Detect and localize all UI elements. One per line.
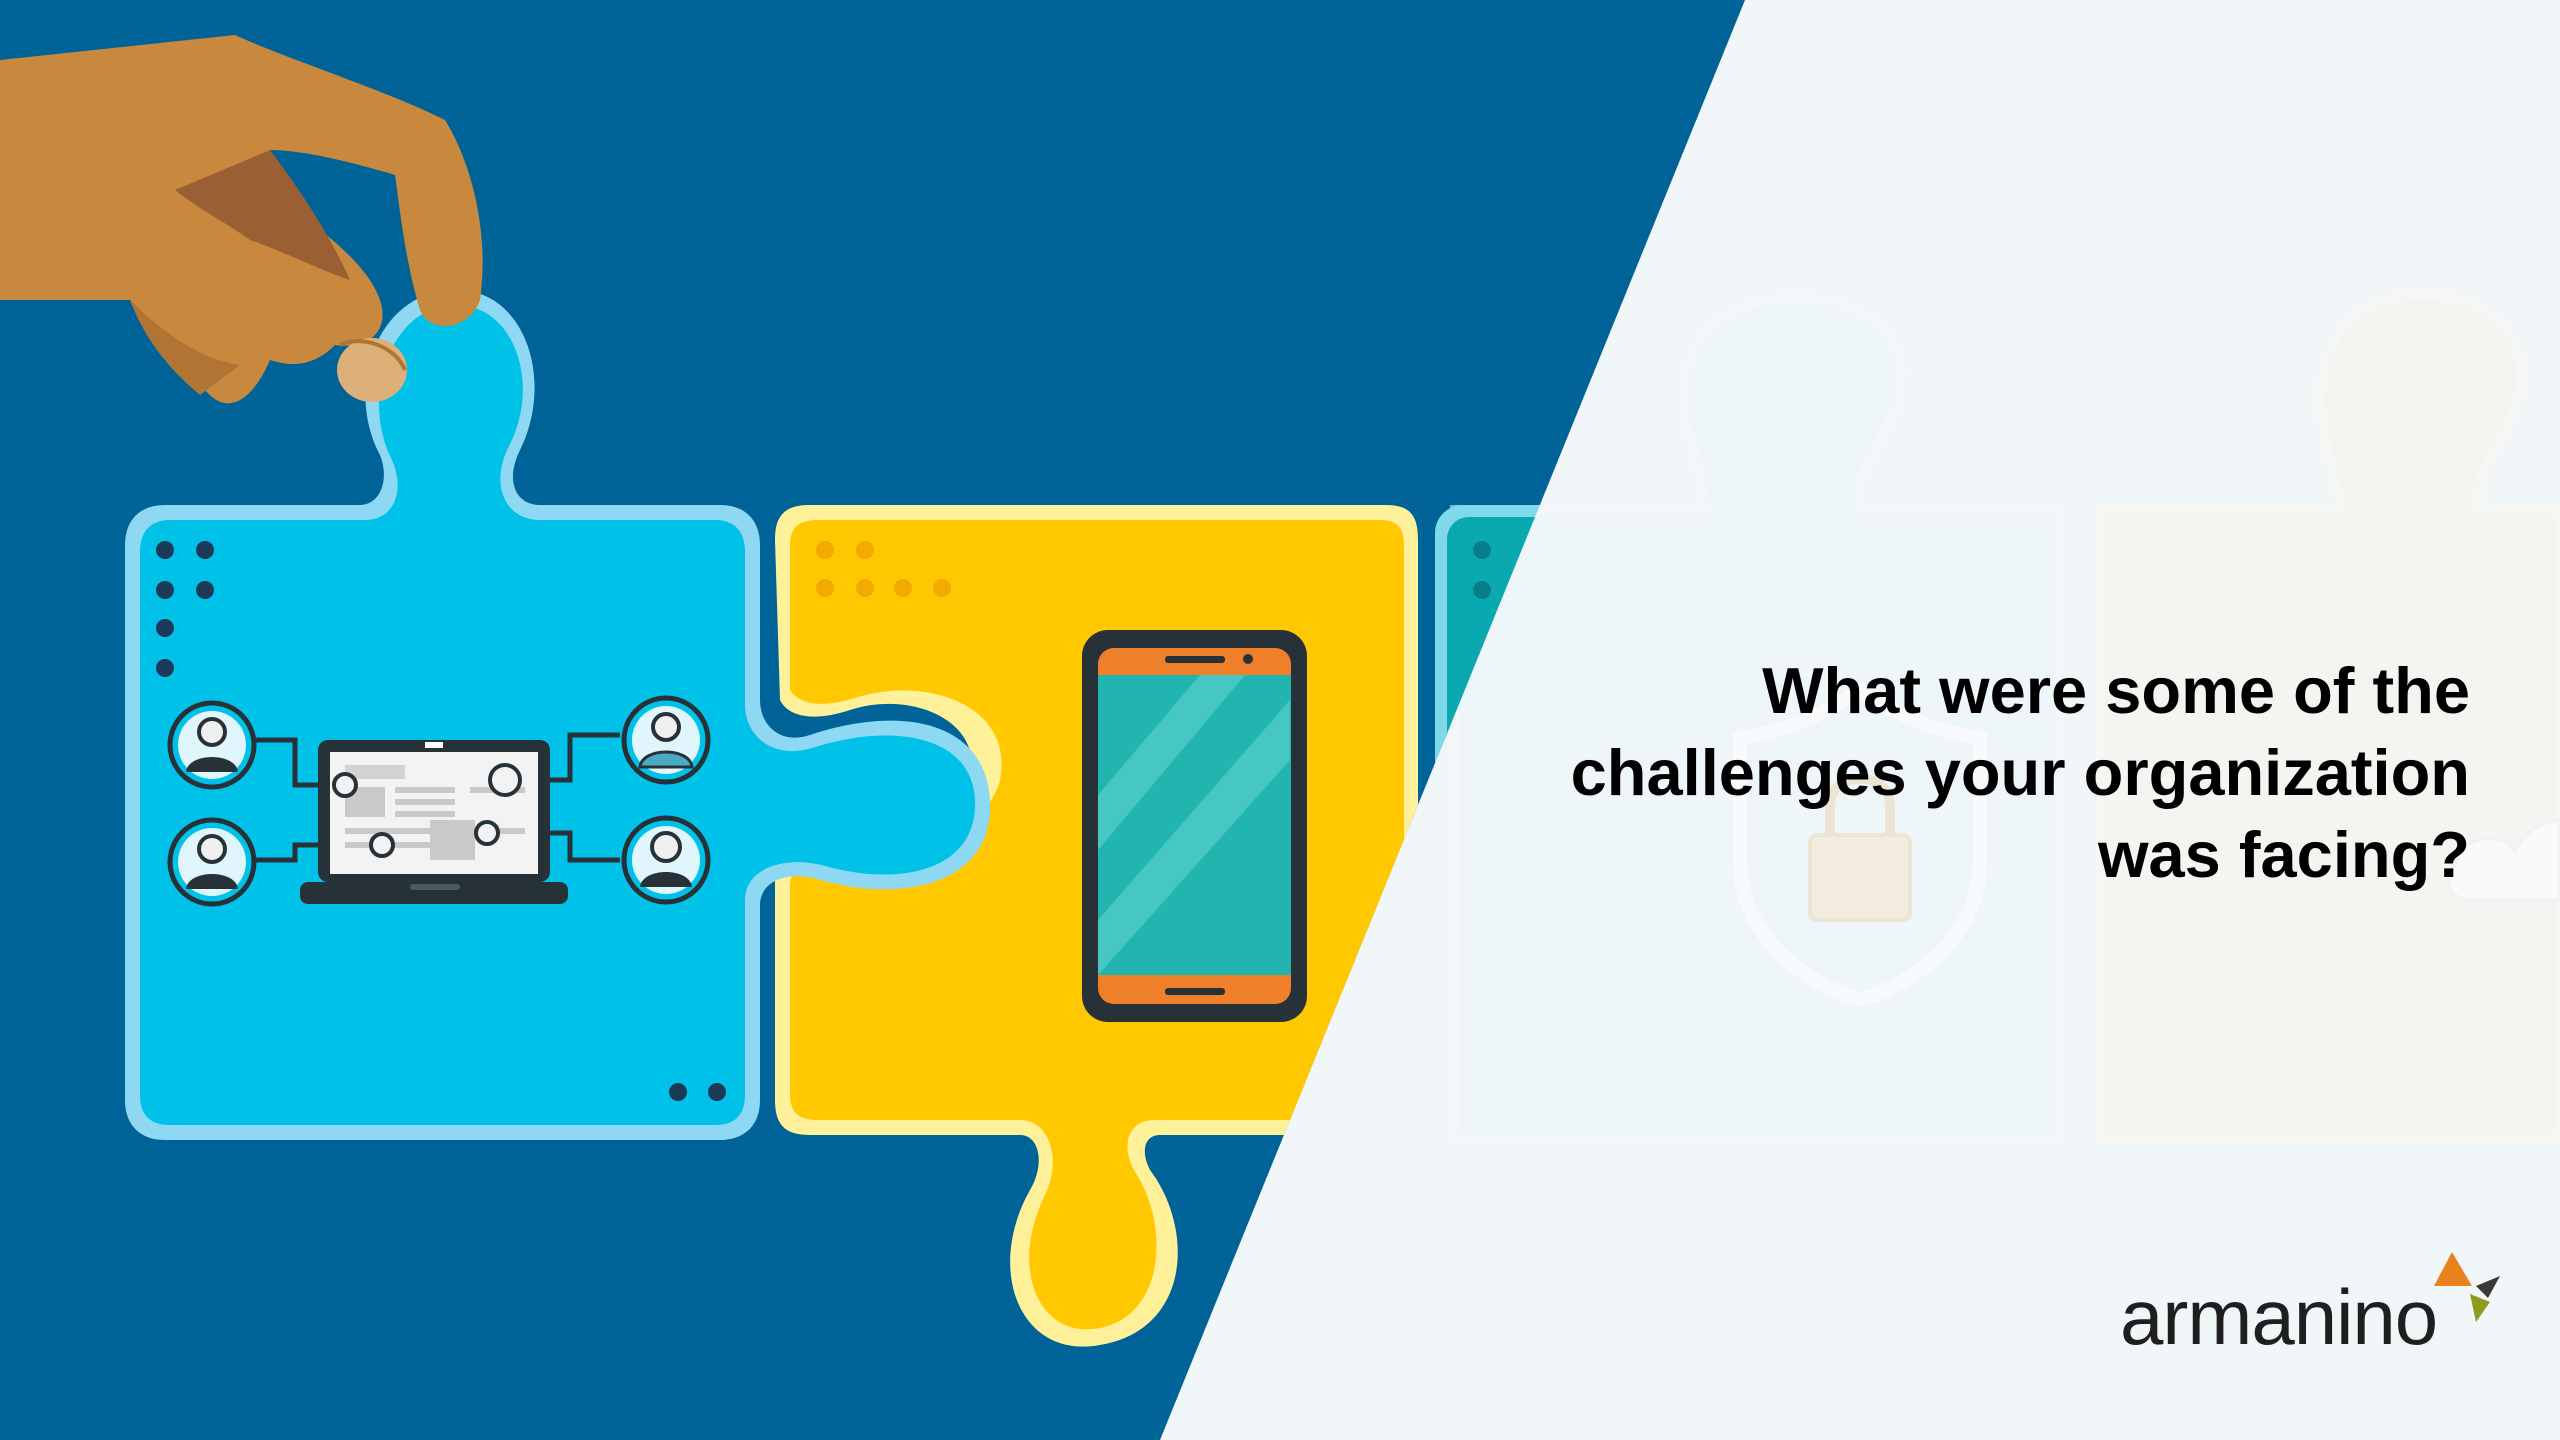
logo-mark-icon — [2434, 1252, 2500, 1322]
logo-wordmark: armanino — [2120, 1273, 2438, 1361]
laptop-icon — [300, 740, 568, 904]
person-icon — [621, 815, 711, 905]
slide-question: What were some of the challenges your or… — [1570, 654, 2470, 891]
slide: What were some of the challenges your or… — [0, 0, 2560, 1440]
armanino-logo: armanino — [2120, 1250, 2500, 1380]
person-icon — [167, 700, 257, 790]
smartphone-icon — [1082, 630, 1307, 1022]
person-icon — [167, 817, 257, 907]
person-icon — [621, 695, 711, 785]
